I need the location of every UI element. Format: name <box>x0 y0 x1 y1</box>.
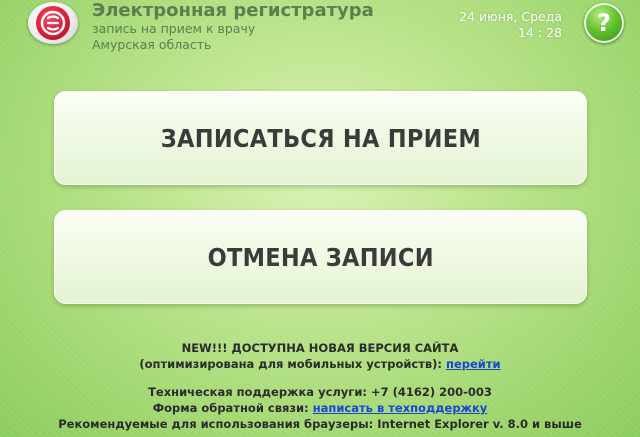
app-title: Электронная регистратура <box>92 0 374 21</box>
medical-logo-icon <box>36 6 70 40</box>
feedback-link[interactable]: написать в техподдержку <box>313 401 488 415</box>
feedback-text: Форма обратной связи: <box>152 401 313 415</box>
support-phone: Техническая поддержка услуги: +7 (4162) … <box>148 385 492 399</box>
region-label: Амурская область <box>92 37 212 52</box>
app-subtitle: запись на прием к врачу <box>92 21 256 36</box>
footer-spacer <box>0 372 640 384</box>
cancel-appointment-label: ОТМЕНА ЗАПИСИ <box>207 242 434 272</box>
time-label: 14 : 28 <box>518 25 562 40</box>
mobile-version-line: (оптимизирована для мобильных устройств)… <box>0 356 640 372</box>
header-text: Электронная регистратура запись на прием… <box>92 0 374 53</box>
mobile-version-link[interactable]: перейти <box>446 357 501 371</box>
cancel-appointment-button[interactable]: ОТМЕНА ЗАПИСИ <box>54 210 587 304</box>
feedback-line: Форма обратной связи: написать в техподд… <box>0 400 640 416</box>
help-button[interactable]: ? <box>584 3 624 43</box>
logo <box>28 2 78 44</box>
book-appointment-label: ЗАПИСАТЬСЯ НА ПРИЕМ <box>160 123 481 153</box>
question-icon: ? <box>597 9 611 37</box>
mobile-version-text: (оптимизирована для мобильных устройств)… <box>139 357 447 371</box>
footer-info: NEW!!! ДОСТУПНА НОВАЯ ВЕРСИЯ САЙТА (опти… <box>0 340 640 432</box>
date-label: 24 июня, Среда <box>459 9 562 24</box>
new-version-notice: NEW!!! ДОСТУПНА НОВАЯ ВЕРСИЯ САЙТА <box>181 341 459 355</box>
browser-recommendation: Рекомендуемые для использования браузеры… <box>58 417 582 431</box>
datetime-display: 24 июня, Среда 14 : 28 <box>459 9 562 41</box>
book-appointment-button[interactable]: ЗАПИСАТЬСЯ НА ПРИЕМ <box>54 91 587 185</box>
